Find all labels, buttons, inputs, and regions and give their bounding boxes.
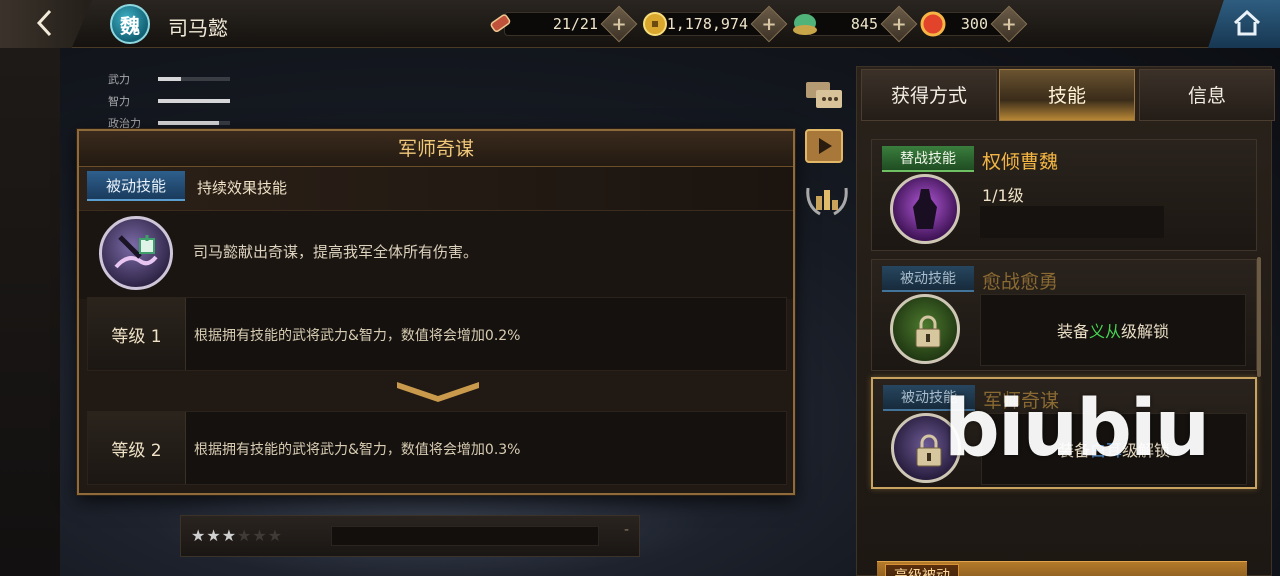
resource-value: 1,178,974 — [666, 15, 748, 33]
resource-stamina: 21/21 + — [486, 5, 638, 43]
resource-value: 21/21 — [552, 15, 598, 33]
skill-panel: 获得方式 技能 信息 替战技能 权倾曹魏 1/1级 被动技能 愈战愈勇 装备 义从… — [856, 66, 1275, 576]
star-icon: ★ — [221, 526, 238, 545]
add-stamina-button[interactable]: + — [600, 5, 638, 43]
level-effect: 根据拥有技能的武将武力&智力，数值将会增加0.3% — [194, 442, 521, 458]
dialog-title: 军师奇谋 — [79, 131, 793, 167]
skill-type-badge: 被动技能 — [87, 171, 185, 201]
scrollbar[interactable] — [1257, 257, 1261, 377]
plus-icon: + — [891, 13, 907, 35]
stat-bar-fill — [158, 99, 230, 103]
skill-card[interactable]: 替战技能 权倾曹魏 1/1级 — [871, 139, 1257, 251]
advanced-passive-tag: 高级被动 — [885, 564, 959, 576]
skill-list: 替战技能 权倾曹魏 1/1级 被动技能 愈战愈勇 装备 义从 级解锁 被动技能 军师… — [871, 131, 1257, 576]
warrior-silhouette-icon — [913, 189, 937, 229]
level-effect: 根据拥有技能的武将武力&智力，数值将会增加0.2% — [194, 328, 521, 344]
home-button[interactable] — [1208, 0, 1280, 48]
stat-label: 智力 — [108, 95, 130, 108]
skill-description-row: 司马懿献出奇谋，提高我军全体所有伤害。 — [79, 211, 793, 299]
chat-icon — [806, 82, 842, 108]
resource-coin: 1,178,974 + — [640, 5, 788, 43]
level-row: 等级 1 根据拥有技能的武将武力&智力，数值将会增加0.2% — [87, 297, 787, 371]
lock-icon — [916, 434, 942, 467]
star-progress-track — [331, 526, 599, 546]
skill-portrait-icon — [890, 174, 960, 244]
play-icon — [805, 129, 843, 163]
home-icon — [1233, 9, 1261, 36]
lock-icon — [915, 315, 941, 348]
stat-row: 武力 — [108, 68, 230, 90]
star-icon: ★ — [191, 526, 207, 545]
star-icon: ★ — [237, 526, 253, 545]
resource-gem: 300 + — [918, 5, 1028, 43]
skill-hand-icon — [114, 235, 158, 269]
skill-name: 愈战愈勇 — [982, 271, 1059, 293]
skill-type-text: 持续效果技能 — [197, 179, 288, 197]
skill-portrait-icon — [890, 294, 960, 364]
resource-value: 300 — [960, 15, 988, 33]
back-button[interactable] — [0, 0, 92, 48]
chevron-left-icon — [36, 9, 52, 37]
ranking-button[interactable] — [804, 178, 848, 218]
equipment-name: 义从 — [1088, 322, 1121, 341]
background-pillar-left — [0, 48, 60, 576]
faction-badge: 魏 — [110, 4, 150, 44]
level-label: 等级 1 — [88, 298, 186, 370]
minus-icon: - — [623, 522, 629, 538]
gem-icon — [920, 11, 946, 37]
plus-icon: + — [1001, 13, 1017, 35]
skill-tag: 替战技能 — [882, 146, 974, 172]
skill-slot — [980, 206, 1164, 238]
top-bar: 魏 司马懿 21/21 + 1,178,974 + 845 + 300 + — [0, 0, 1280, 48]
advanced-passive-section[interactable]: 高级被动 — [877, 561, 1247, 576]
resource-jade: 845 + — [790, 5, 918, 43]
star-icon: ★ — [206, 526, 222, 545]
star-bar: ★★★★★★ - — [180, 515, 640, 557]
skill-tag: 被动技能 — [882, 266, 974, 292]
coin-icon — [643, 12, 667, 36]
play-video-button[interactable] — [804, 128, 844, 168]
resource-value: 845 — [850, 15, 878, 33]
skill-icon — [99, 216, 173, 290]
add-coin-button[interactable]: + — [750, 5, 788, 43]
chevron-down-icon[interactable] — [395, 378, 481, 404]
add-gem-button[interactable]: + — [990, 5, 1028, 43]
skill-type-row: 被动技能 持续效果技能 — [79, 167, 793, 211]
level-row: 等级 2 根据拥有技能的武将武力&智力，数值将会增加0.3% — [87, 411, 787, 485]
add-jade-button[interactable]: + — [880, 5, 918, 43]
plus-icon: + — [761, 13, 777, 35]
tab-acquire[interactable]: 获得方式 — [861, 69, 997, 121]
skill-name: 权倾曹魏 — [982, 151, 1059, 173]
tab-skills[interactable]: 技能 — [999, 69, 1135, 121]
scroll-icon — [490, 14, 511, 33]
skill-card[interactable]: 被动技能 愈战愈勇 装备 义从 级解锁 — [871, 259, 1257, 371]
tab-bar: 获得方式 技能 信息 — [857, 67, 1275, 123]
tab-info[interactable]: 信息 — [1139, 69, 1275, 121]
plus-icon: + — [611, 13, 627, 35]
level-label: 等级 2 — [88, 412, 186, 484]
hero-stats: 武力 智力 政治力 — [108, 68, 230, 134]
hero-name: 司马懿 — [168, 16, 228, 40]
jade-icon — [793, 14, 817, 35]
ranking-icon — [806, 187, 848, 216]
star-rating: ★★★★★★ — [191, 526, 283, 545]
stat-bar-fill — [158, 121, 220, 125]
stat-row: 智力 — [108, 90, 230, 112]
unlock-requirement: 装备 义从 级解锁 — [980, 294, 1246, 366]
star-icon: ★ — [252, 526, 268, 545]
skill-description: 司马懿献出奇谋，提高我军全体所有伤害。 — [193, 243, 479, 261]
watermark: biubiu — [944, 384, 1210, 474]
stat-bar-fill — [158, 77, 182, 81]
skill-detail-dialog[interactable]: 军师奇谋 被动技能 持续效果技能 司马懿献出奇谋，提高我军全体所有伤害。 等级 … — [77, 129, 795, 495]
stat-label: 武力 — [108, 73, 130, 86]
star-icon: ★ — [267, 526, 284, 545]
chat-button[interactable] — [804, 78, 844, 118]
skill-level: 1/1级 — [982, 186, 1024, 205]
